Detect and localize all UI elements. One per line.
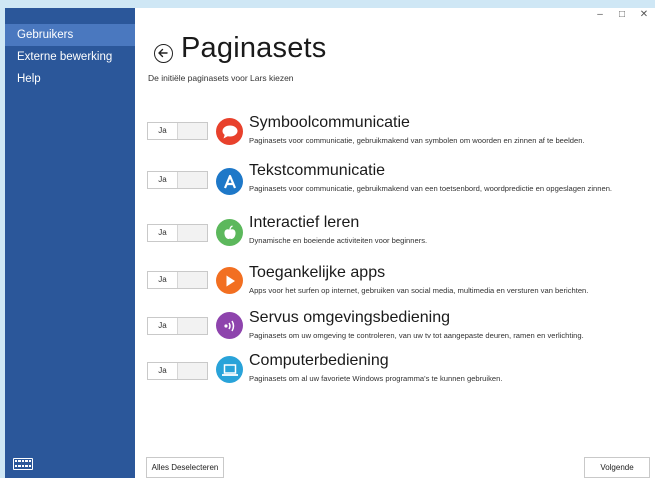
pageset-title: Interactief leren <box>249 214 360 231</box>
toggle-label: Ja <box>148 318 178 334</box>
toggle-switch[interactable]: Ja <box>147 362 208 380</box>
toggle-switch[interactable]: Ja <box>147 171 208 189</box>
apple-icon <box>216 219 243 246</box>
sidebar-items: Gebruikers Externe bewerking Help <box>5 24 135 90</box>
pageset-title: Computerbediening <box>249 352 389 369</box>
laptop-icon <box>216 356 243 383</box>
toggle-label: Ja <box>148 123 178 139</box>
toggle-label: Ja <box>148 172 178 188</box>
toggle-off-area <box>178 172 207 188</box>
toggle-off-area <box>178 318 207 334</box>
pageset-row-toegankelijke-apps: Ja Toegankelijke apps Apps voor het surf… <box>135 260 655 304</box>
page-subtitle: De initiële paginasets voor Lars kiezen <box>148 73 294 83</box>
toggle-label: Ja <box>148 225 178 241</box>
toggle-off-area <box>178 363 207 379</box>
pageset-row-interactief-leren: Ja Interactief leren Dynamische en boeie… <box>135 214 655 258</box>
toggle-label: Ja <box>148 363 178 379</box>
pageset-row-computerbediening: Ja Computerbediening Paginasets om al uw… <box>135 351 655 395</box>
sidebar-item-help[interactable]: Help <box>5 68 135 90</box>
pageset-title: Tekstcommunicatie <box>249 162 386 179</box>
toggle-switch[interactable]: Ja <box>147 271 208 289</box>
sidebar-item-externe-bewerking[interactable]: Externe bewerking <box>5 46 135 68</box>
toggle-switch[interactable]: Ja <box>147 317 208 335</box>
signal-icon <box>216 312 243 339</box>
pageset-description: Paginasets om al uw favoriete Windows pr… <box>249 374 503 383</box>
toggle-switch[interactable]: Ja <box>147 122 208 140</box>
app-window: Gebruikers Externe bewerking Help – □ ✕ … <box>5 8 655 478</box>
speech-bubble-icon <box>216 118 243 145</box>
pageset-description: Paginasets voor communicatie, gebruikmak… <box>249 184 613 193</box>
pageset-title: Symboolcommunicatie <box>249 114 410 131</box>
pageset-row-symboolcommunicatie: Ja Symboolcommunicatie Paginasets voor c… <box>135 112 655 156</box>
next-button[interactable]: Volgende <box>584 457 650 478</box>
pageset-row-servus-omgevingsbediening: Ja Servus omgevingsbediening Paginasets … <box>135 306 655 350</box>
pageset-row-tekstcommunicatie: Ja Tekstcommunicatie Paginasets voor com… <box>135 160 655 204</box>
toggle-label: Ja <box>148 272 178 288</box>
toggle-switch[interactable]: Ja <box>147 224 208 242</box>
play-icon <box>216 267 243 294</box>
page-title: Paginasets <box>181 32 327 64</box>
pageset-description: Dynamische en boeiende activiteiten voor… <box>249 236 428 245</box>
sidebar: Gebruikers Externe bewerking Help <box>5 8 135 478</box>
toggle-off-area <box>178 272 207 288</box>
main-content: Paginasets De initiële paginasets voor L… <box>135 8 655 478</box>
pageset-description: Paginasets voor communicatie, gebruikmak… <box>249 136 585 145</box>
keyboard-icon[interactable] <box>13 458 33 470</box>
pageset-title: Servus omgevingsbediening <box>249 309 451 326</box>
toggle-off-area <box>178 225 207 241</box>
letter-a-icon <box>216 168 243 195</box>
toggle-off-area <box>178 123 207 139</box>
pageset-description: Apps voor het surfen op internet, gebrui… <box>249 286 589 295</box>
deselect-all-button[interactable]: Alles Deselecteren <box>146 457 224 478</box>
pageset-description: Paginasets om uw omgeving te controleren… <box>249 331 584 340</box>
back-arrow-icon[interactable] <box>154 44 173 63</box>
sidebar-item-gebruikers[interactable]: Gebruikers <box>5 24 135 46</box>
pageset-title: Toegankelijke apps <box>249 264 386 281</box>
